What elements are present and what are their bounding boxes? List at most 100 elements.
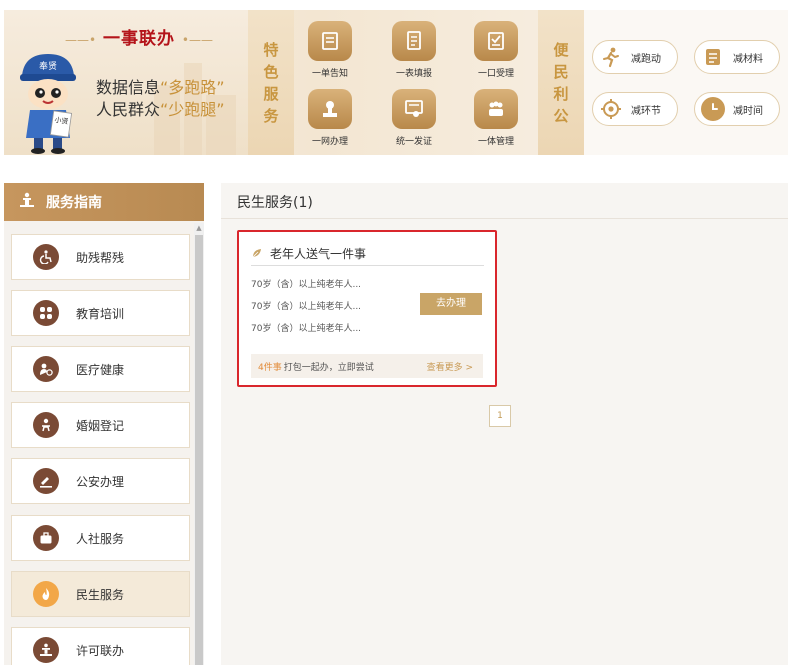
feature-one-form[interactable]: 一表填报 (384, 21, 444, 79)
feature-label: 统一发证 (395, 137, 432, 147)
label-char: 利 (553, 84, 569, 103)
label-char: 特 (263, 40, 279, 59)
sidebar-scrollbar[interactable]: ▲ (194, 223, 204, 665)
sidebar-item-healthcare[interactable]: 医疗健康 (11, 346, 190, 392)
scroll-up-icon[interactable]: ▲ (194, 223, 204, 233)
label-char: 服 (263, 84, 279, 103)
podium-icon (33, 637, 59, 663)
clock-icon (701, 97, 725, 121)
convenience-label-text: 减跑动 (631, 53, 661, 65)
sidebar-item-label: 公安办理 (76, 474, 125, 489)
footer-text: 打包一起办，立即尝试 (283, 362, 374, 373)
card-footer: 4件事 打包一起办，立即尝试 查看更多 > (251, 354, 483, 378)
feature-label: 一网办理 (311, 137, 348, 147)
reduce-trips-button[interactable]: 减跑动 (592, 40, 678, 74)
sidebar-item-label: 医疗健康 (76, 362, 125, 377)
sidebar-item-education[interactable]: 教育培训 (11, 290, 190, 336)
card-title: 老年人送气一件事 (270, 247, 367, 261)
grid-icon (33, 300, 59, 326)
card-header: 老年人送气一件事 (251, 242, 484, 266)
stamp-icon (308, 89, 352, 129)
sidebar-item-livelihood[interactable]: 民生服务 (11, 571, 190, 617)
slogan-prefix: 数据信息 (96, 78, 161, 97)
mascot-hat-text: 奉贤 (39, 60, 57, 72)
feature-label: 一表填报 (395, 69, 432, 79)
label-char: 民 (553, 62, 569, 81)
sidebar-item-label: 民生服务 (76, 587, 125, 602)
feature-management[interactable]: 一体管理 (466, 89, 526, 147)
card-item[interactable]: 70岁（含）以上纯老年人... (251, 321, 361, 334)
slogan-quote: “多跑路” (160, 78, 225, 97)
podium-icon (18, 192, 36, 212)
sidebar-item-social-security[interactable]: 人社服务 (11, 515, 190, 561)
convenience-services: 减跑动 减材料 减环节 减时间 (584, 10, 788, 155)
sidebar-header: 服务指南 (4, 183, 204, 221)
top-banner: ——• 一事联办 •—— 数据信息“多跑路” 人民群众“少跑腿” 奉贤 小贤 特… (4, 10, 788, 155)
wheelchair-icon (33, 244, 59, 270)
document-icon (392, 21, 436, 61)
sidebar-item-label: 婚姻登记 (76, 418, 125, 433)
sidebar-item-disability-aid[interactable]: 助残帮残 (11, 234, 190, 280)
hero-section: ——• 一事联办 •—— 数据信息“多跑路” 人民群众“少跑腿” 奉贤 小贤 (4, 10, 248, 155)
section-title: 民生服务(1) (237, 195, 313, 211)
sidebar-title: 服务指南 (46, 195, 102, 211)
banner-title-text: 一事联办 (103, 29, 175, 49)
reduce-materials-button[interactable]: 减材料 (694, 40, 780, 74)
group-icon (474, 89, 518, 129)
couple-icon (33, 412, 59, 438)
checklist-icon (474, 21, 518, 61)
feature-certificate[interactable]: 统一发证 (384, 89, 444, 147)
label-char: 色 (263, 62, 279, 81)
card-item[interactable]: 70岁（含）以上纯老年人... (251, 277, 361, 290)
sidebar-menu: 助残帮残 教育培训 医疗健康 婚姻登记 公安办理 人社服务 民生服务 许可联办 … (4, 221, 204, 665)
service-card[interactable]: 老年人送气一件事 70岁（含）以上纯老年人... 70岁（含）以上纯老年人...… (237, 230, 497, 387)
footer-count: 4件事 (258, 362, 282, 373)
feature-online[interactable]: 一网办理 (300, 89, 360, 147)
sidebar-item-marriage[interactable]: 婚姻登记 (11, 402, 190, 448)
leaf-icon (251, 244, 263, 263)
featured-services: 一单告知 一表填报 一口受理 一网办理 统一发证 一体管理 (294, 10, 540, 155)
sidebar-item-label: 助残帮残 (76, 250, 125, 265)
view-more-link[interactable]: 查看更多 > (427, 360, 473, 373)
target-icon (599, 97, 623, 121)
mascot-illustration: 奉贤 小贤 (20, 54, 76, 154)
featured-services-label: 特 色 服 务 (248, 10, 294, 155)
scrollbar-thumb[interactable] (195, 235, 203, 665)
dash-decoration: •—— (181, 33, 213, 47)
reduce-time-button[interactable]: 减时间 (694, 92, 780, 126)
feature-label: 一口受理 (477, 69, 514, 79)
reduce-steps-button[interactable]: 减环节 (592, 92, 678, 126)
slogan-line-2: 人民群众“少跑腿” (96, 96, 225, 120)
file-icon (701, 45, 725, 69)
feature-label: 一单告知 (311, 69, 348, 79)
label-char: 便 (553, 40, 569, 59)
medical-icon (33, 356, 59, 382)
form-icon (308, 21, 352, 61)
card-item[interactable]: 70岁（含）以上纯老年人... (251, 299, 361, 312)
convenience-label-text: 减时间 (733, 105, 763, 117)
sidebar-item-label: 教育培训 (76, 306, 125, 321)
certificate-icon (392, 89, 436, 129)
slogan-quote: “少跑腿” (160, 100, 225, 119)
convenience-label-text: 减环节 (631, 105, 661, 117)
feature-label: 一体管理 (477, 137, 514, 147)
flame-icon (33, 581, 59, 607)
pagination-page-1[interactable]: 1 (489, 405, 511, 427)
feature-one-window[interactable]: 一口受理 (466, 21, 526, 79)
main-content: 民生服务(1) 老年人送气一件事 70岁（含）以上纯老年人... 70岁（含）以… (221, 183, 788, 665)
convenience-label-text: 减材料 (733, 53, 763, 65)
sidebar-item-license[interactable]: 许可联办 (11, 627, 190, 665)
police-icon (33, 468, 59, 494)
feature-one-notice[interactable]: 一单告知 (300, 21, 360, 79)
label-char: 公 (553, 106, 569, 125)
slogan-line-1: 数据信息“多跑路” (96, 74, 225, 98)
dash-decoration: ——• (65, 33, 97, 47)
go-handle-button[interactable]: 去办理 (420, 293, 482, 315)
label-char: 务 (263, 106, 279, 125)
briefcase-icon (33, 525, 59, 551)
slogan-prefix: 人民群众 (96, 100, 161, 119)
sidebar-item-police[interactable]: 公安办理 (11, 458, 190, 504)
banner-title: ——• 一事联办 •—— (54, 24, 224, 49)
divider (221, 218, 788, 219)
sidebar-item-label: 人社服务 (76, 531, 125, 546)
